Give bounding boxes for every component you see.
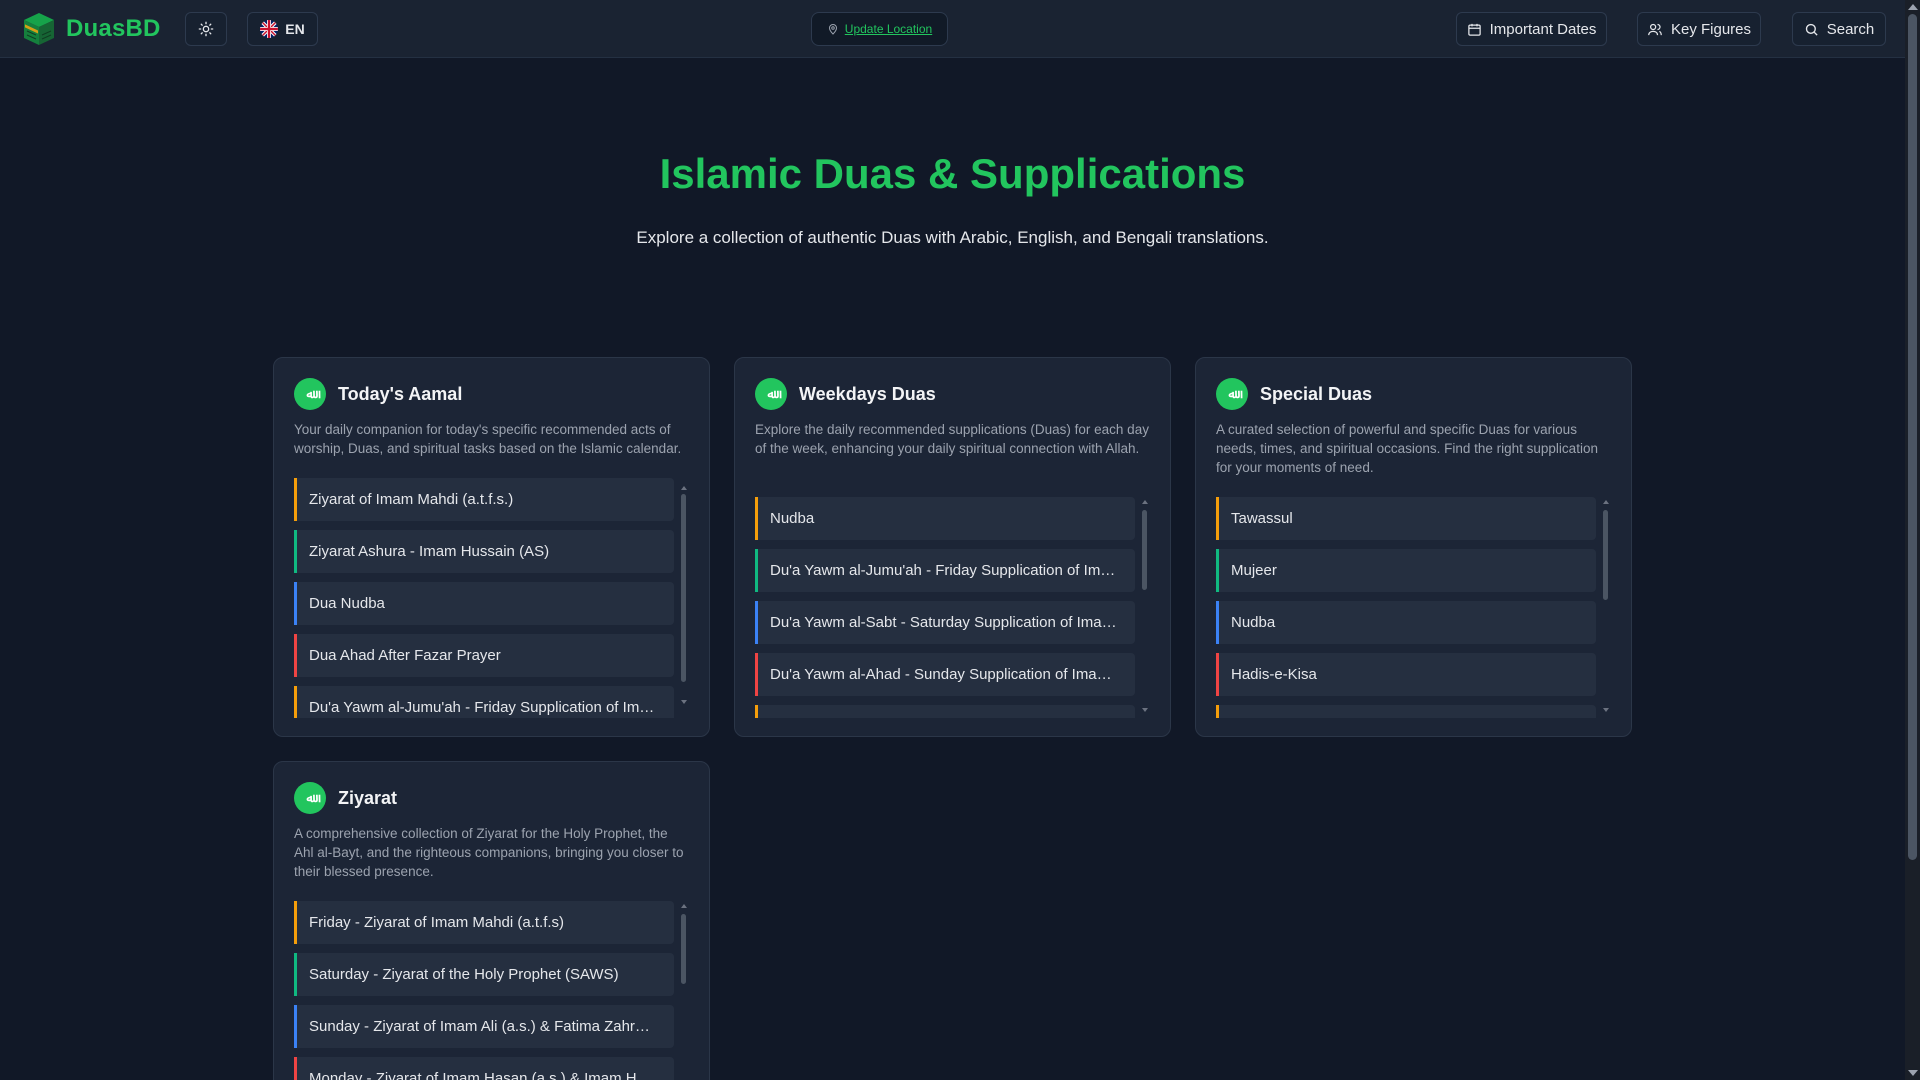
theme-toggle-button[interactable]	[185, 12, 227, 46]
card-item-list: Ziyarat of Imam Mahdi (a.t.f.s.) Ziyarat…	[294, 478, 674, 718]
list-scrollbar-thumb[interactable]	[1603, 510, 1608, 600]
language-label: EN	[285, 21, 305, 37]
update-location-label: Update Location	[844, 22, 933, 36]
card-item-list: Nudba Du'a Yawm al-Jumu'ah - Friday Supp…	[755, 497, 1135, 718]
sun-icon	[198, 21, 214, 37]
brand-name: DuasBD	[66, 15, 161, 42]
card-description: A comprehensive collection of Ziyarat fo…	[294, 826, 684, 879]
list-item[interactable]: Ziyarat Ashura - Imam Hussain (AS)	[294, 530, 674, 573]
list-item[interactable]: Dua Ahad After Fazar Prayer	[294, 634, 674, 677]
list-item[interactable]: Du'a Yawm al-Ahad - Sunday Supplication …	[755, 653, 1135, 696]
scroll-up-arrow-icon[interactable]	[1908, 4, 1918, 10]
card-description: A curated selection of powerful and spec…	[1216, 422, 1598, 475]
logo-link[interactable]: DuasBD	[22, 11, 161, 47]
page-subtitle: Explore a collection of authentic Duas w…	[636, 228, 1269, 247]
list-item[interactable]: Ziyarat of Imam Mahdi (a.t.f.s.)	[294, 478, 674, 521]
list-scroll-down-icon[interactable]	[1603, 708, 1609, 712]
card-item-list: Friday - Ziyarat of Imam Mahdi (a.t.f.s)…	[294, 901, 674, 1080]
important-dates-label: Important Dates	[1489, 20, 1597, 38]
card-title[interactable]: Weekdays Duas	[799, 384, 936, 405]
todays-aamal-card: ﷲ Today's Aamal Your daily companion for…	[273, 357, 710, 737]
calendar-icon	[1467, 23, 1481, 36]
list-scrollbar-thumb[interactable]	[1142, 510, 1147, 590]
list-item[interactable]: Du'a Yawm al-Jumu'ah - Friday Supplicati…	[294, 686, 674, 718]
allah-calligraphy-icon: ﷲ	[755, 378, 787, 410]
list-item[interactable]: Du'a Yawm al-Sabt - Saturday Supplicatio…	[755, 601, 1135, 644]
weekdays-duas-card: ﷲ Weekdays Duas Explore the daily recomm…	[734, 357, 1171, 737]
key-figures-label: Key Figures	[1670, 20, 1752, 38]
card-description: Your daily companion for today's specifi…	[294, 422, 682, 456]
list-scrollbar[interactable]	[1142, 500, 1148, 712]
list-item[interactable]: Du'a Yawm al-Jumu'ah - Friday Supplicati…	[755, 549, 1135, 592]
list-scroll-up-icon[interactable]	[1142, 500, 1148, 504]
search-icon	[1805, 23, 1818, 36]
scroll-down-arrow-icon[interactable]	[1908, 1070, 1918, 1076]
ziyarat-card: ﷲ Ziyarat A comprehensive collection of …	[273, 761, 710, 1080]
list-item[interactable]: Hadis-e-Kisa	[1216, 653, 1596, 696]
language-select-button[interactable]: EN	[247, 12, 318, 46]
map-pin-icon	[828, 24, 837, 35]
top-navbar: DuasBD EN Update Location Important Date…	[0, 0, 1905, 58]
list-item[interactable]: Tawassul	[1216, 497, 1596, 540]
list-item[interactable]: Dua Nudba	[294, 582, 674, 625]
allah-calligraphy-icon: ﷲ	[294, 378, 326, 410]
list-item[interactable]: Sunday - Ziyarat of Imam Ali (a.s.) & Fa…	[294, 1005, 674, 1048]
list-scroll-down-icon[interactable]	[1142, 708, 1148, 712]
users-icon	[1648, 23, 1662, 35]
allah-calligraphy-icon: ﷲ	[1216, 378, 1248, 410]
list-scroll-up-icon[interactable]	[681, 486, 687, 490]
page-title: Islamic Duas & Supplications	[659, 150, 1246, 197]
list-scroll-down-icon[interactable]	[681, 700, 687, 704]
page-scrollbar-thumb[interactable]	[1908, 14, 1917, 860]
search-button[interactable]: Search	[1792, 12, 1886, 46]
card-title[interactable]: Today's Aamal	[338, 384, 462, 405]
key-figures-button[interactable]: Key Figures	[1637, 12, 1761, 46]
list-scroll-up-icon[interactable]	[681, 904, 687, 908]
list-item[interactable]: Monday - Ziyarat of Imam Hasan (a.s.) & …	[294, 1057, 674, 1080]
list-item[interactable]: Saturday - Ziyarat of the Holy Prophet (…	[294, 953, 674, 996]
list-scrollbar[interactable]	[681, 486, 687, 704]
list-scrollbar-thumb[interactable]	[681, 914, 686, 984]
kaaba-logo-icon	[24, 13, 54, 45]
important-dates-button[interactable]: Important Dates	[1456, 12, 1607, 46]
special-duas-card: ﷲ Special Duas A curated selection of po…	[1195, 357, 1632, 737]
card-description: Explore the daily recommended supplicati…	[755, 422, 1149, 456]
list-item[interactable]	[1216, 705, 1596, 718]
list-scrollbar-thumb[interactable]	[681, 494, 686, 682]
update-location-button[interactable]: Update Location	[811, 12, 948, 46]
list-scrollbar[interactable]	[1603, 500, 1609, 712]
card-title[interactable]: Special Duas	[1260, 384, 1372, 405]
card-title[interactable]: Ziyarat	[338, 788, 397, 809]
list-item[interactable]	[755, 705, 1135, 718]
list-scrollbar[interactable]	[681, 904, 687, 1080]
list-item[interactable]: Nudba	[1216, 601, 1596, 644]
page-scrollbar[interactable]	[1905, 0, 1920, 1080]
list-item[interactable]: Mujeer	[1216, 549, 1596, 592]
allah-calligraphy-icon: ﷲ	[294, 782, 326, 814]
uk-flag-icon	[260, 20, 279, 38]
list-scroll-up-icon[interactable]	[1603, 500, 1609, 504]
card-item-list: Tawassul Mujeer Nudba Hadis-e-Kisa	[1216, 497, 1596, 718]
list-item[interactable]: Nudba	[755, 497, 1135, 540]
search-label: Search	[1826, 20, 1875, 38]
list-item[interactable]: Friday - Ziyarat of Imam Mahdi (a.t.f.s)	[294, 901, 674, 944]
